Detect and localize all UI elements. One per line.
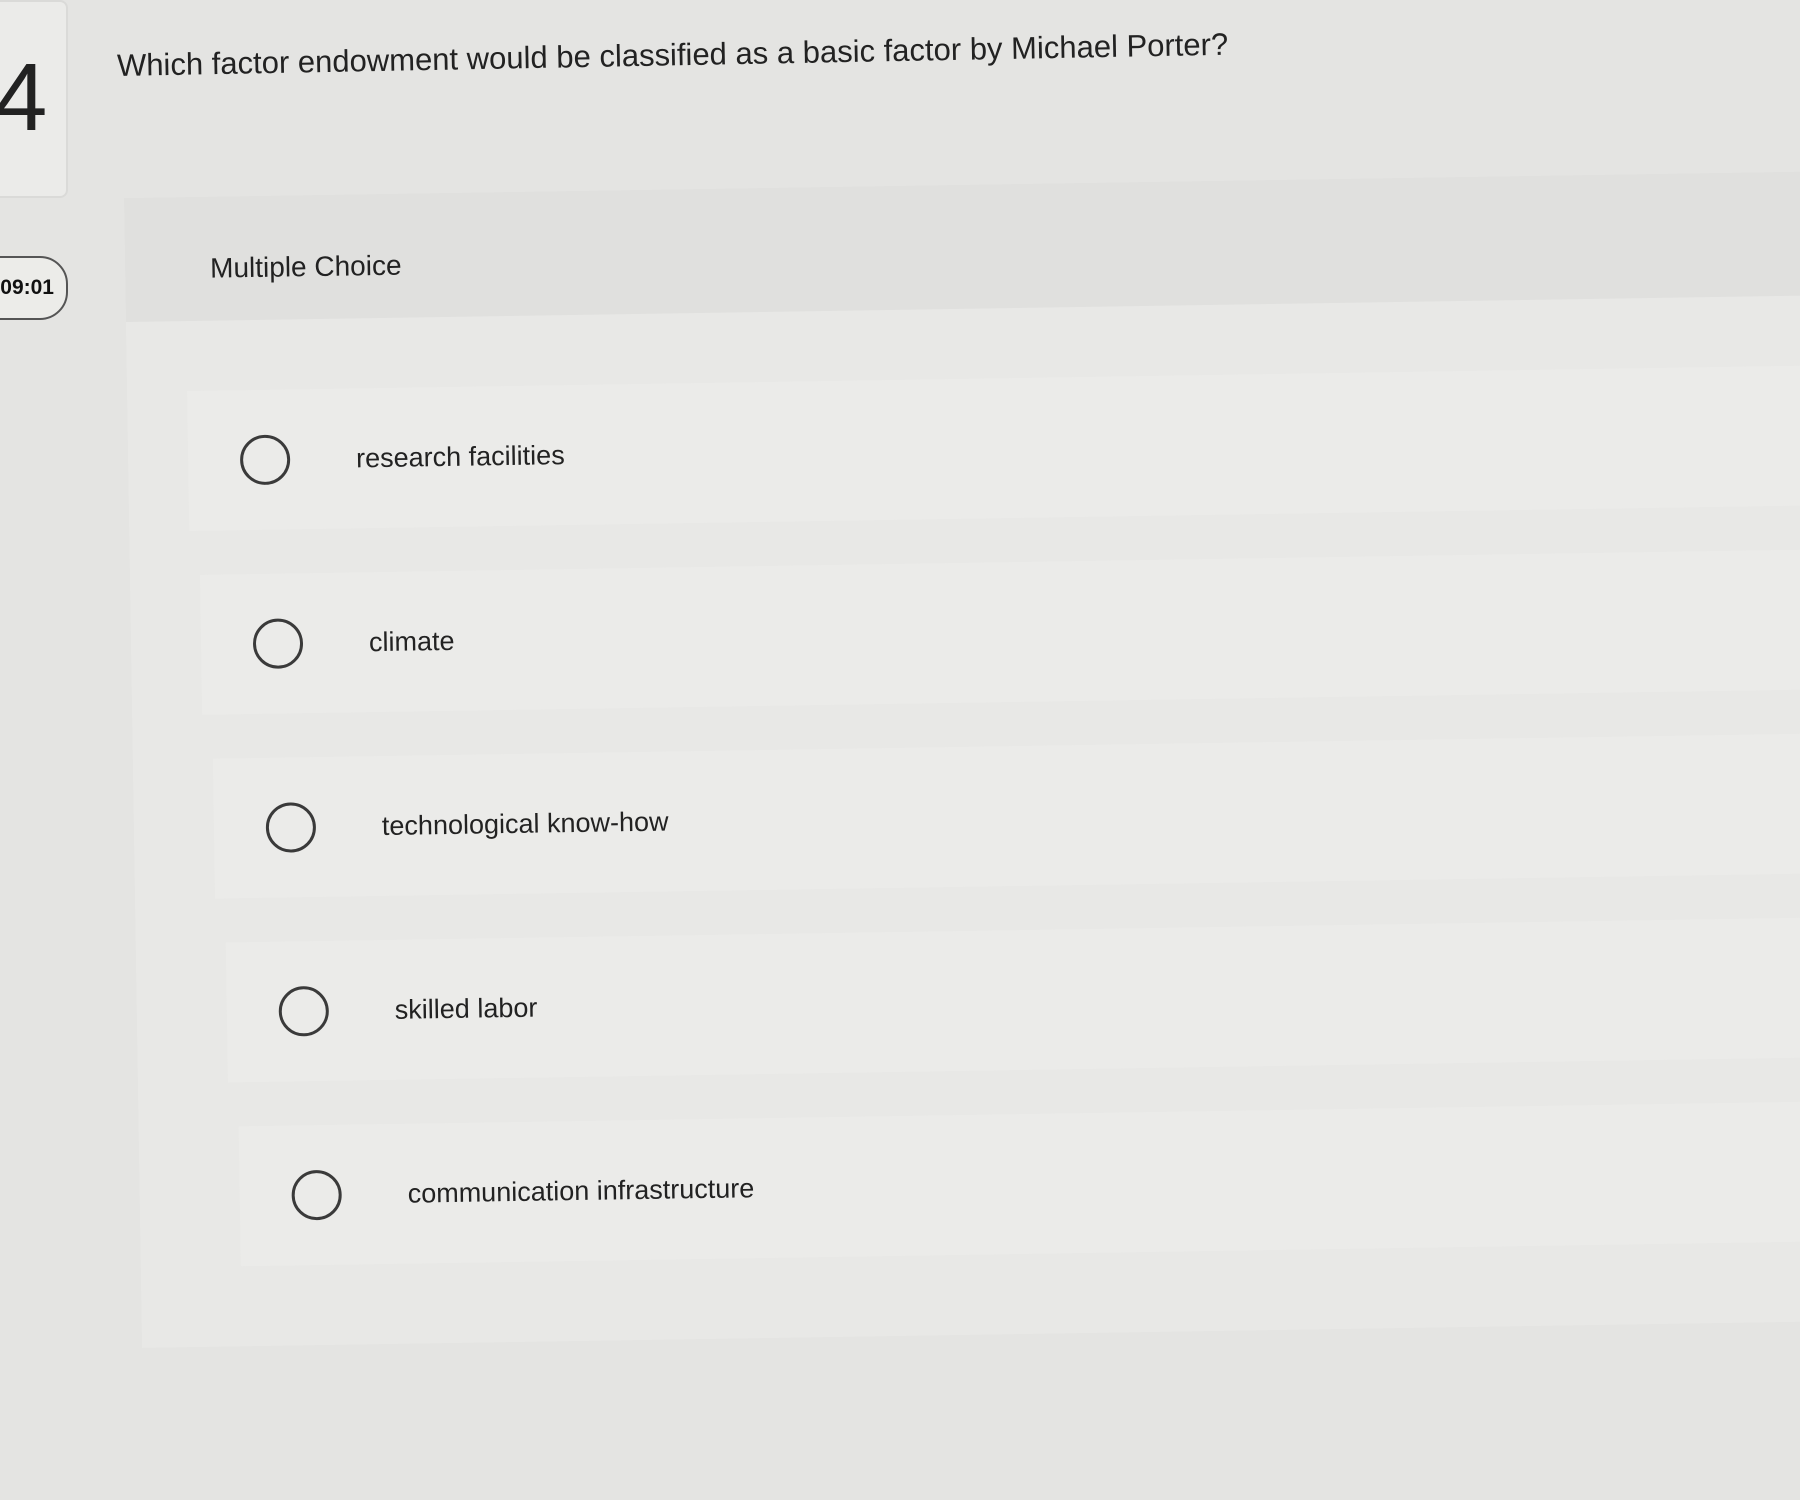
answer-option[interactable]: communication infrastructure	[238, 1101, 1800, 1267]
question-type-header: Multiple Choice	[124, 171, 1800, 322]
answer-option-label: climate	[368, 625, 455, 657]
answer-option-label: communication infrastructure	[407, 1172, 755, 1209]
radio-button[interactable]	[239, 434, 291, 486]
radio-button[interactable]	[291, 1169, 343, 1221]
question-number: 4	[0, 44, 48, 151]
radio-button[interactable]	[278, 985, 330, 1037]
answer-option[interactable]: skilled labor	[225, 917, 1800, 1083]
answer-option[interactable]: research facilities	[187, 365, 1800, 532]
answer-panel: Multiple Choice research facilities clim…	[124, 171, 1800, 1348]
answer-option[interactable]: climate	[199, 549, 1800, 715]
question-type-label: Multiple Choice	[209, 249, 402, 284]
answer-option-label: technological know-how	[381, 806, 669, 841]
answer-options: research facilities climate technologica…	[187, 365, 1800, 1311]
question-text: Which factor endowment would be classifi…	[116, 26, 1229, 83]
timer-badge: 09:01	[0, 256, 68, 320]
answer-option[interactable]: technological know-how	[212, 733, 1800, 899]
radio-button[interactable]	[252, 618, 304, 670]
answer-option-label: skilled labor	[394, 992, 538, 1025]
answer-option-label: research facilities	[355, 439, 565, 473]
radio-button[interactable]	[265, 802, 317, 853]
